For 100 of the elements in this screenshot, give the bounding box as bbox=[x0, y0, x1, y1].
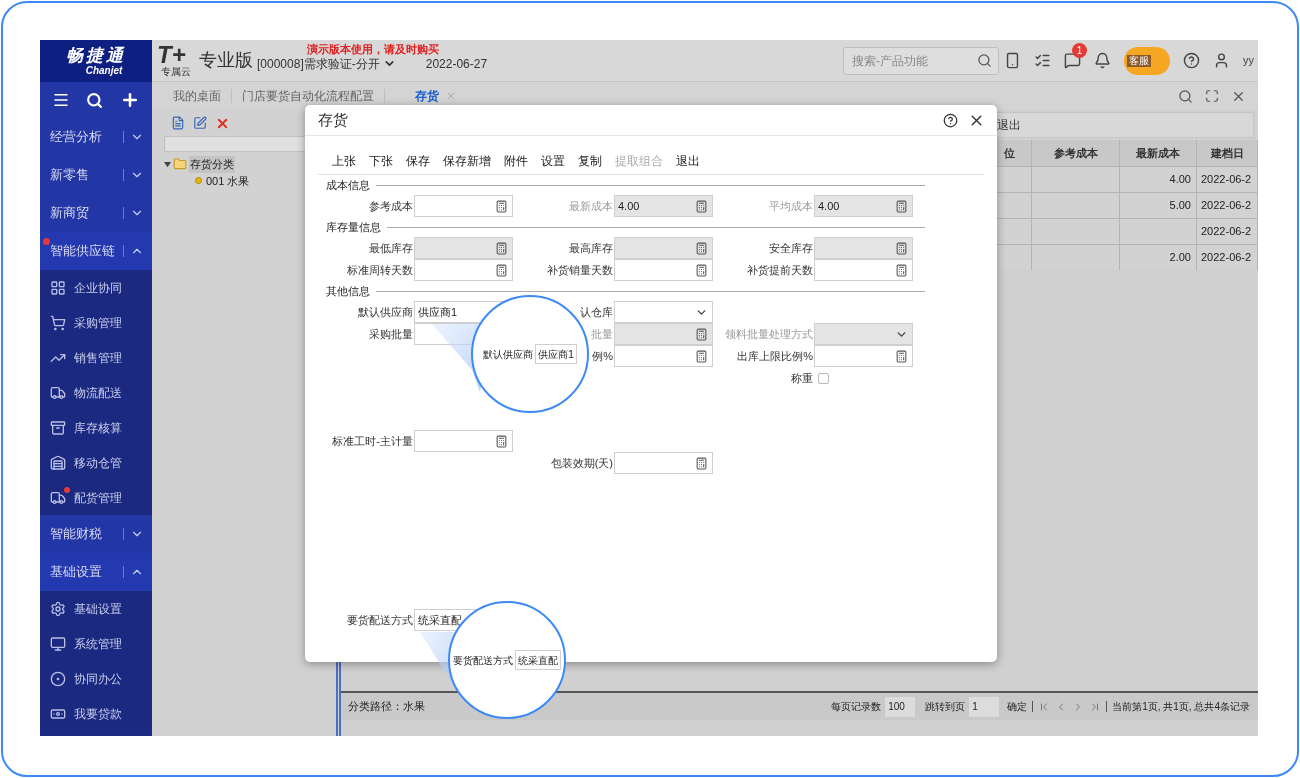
sidebar-group-header[interactable]: 智能财税 bbox=[40, 515, 152, 553]
sidebar-item[interactable]: 企业协同 bbox=[40, 270, 152, 305]
date-text: 2022-06-27 bbox=[425, 55, 488, 73]
tablet-icon[interactable] bbox=[1004, 52, 1021, 69]
magnified-field: 供应商1 bbox=[535, 344, 577, 364]
help-icon[interactable] bbox=[1183, 52, 1200, 69]
calculator-icon[interactable] bbox=[495, 199, 508, 213]
message-icon[interactable] bbox=[1064, 52, 1081, 69]
input-field[interactable] bbox=[614, 452, 713, 474]
field-label: 补货提前天数 bbox=[747, 262, 813, 278]
field-label: 出库上限比例% bbox=[737, 348, 813, 364]
sidebar-group-header[interactable]: 智能供应链 bbox=[40, 232, 152, 270]
table-cell-text: 2022-06-2 bbox=[1201, 250, 1252, 266]
sidebar-group-header[interactable]: 新商贸 bbox=[40, 194, 152, 232]
input-field[interactable] bbox=[614, 345, 713, 367]
search-field[interactable]: 搜索-产品功能 bbox=[843, 46, 999, 75]
section-title: 库存量信息 bbox=[326, 219, 381, 235]
calculator-icon[interactable] bbox=[895, 349, 908, 363]
sidebar-item-label: 采购管理 bbox=[74, 314, 122, 332]
help-icon[interactable] bbox=[943, 112, 958, 128]
field-label: 批量 bbox=[591, 326, 613, 342]
calculator-icon[interactable] bbox=[695, 263, 708, 277]
new-document-icon[interactable] bbox=[171, 116, 185, 130]
expand-triangle-icon[interactable] bbox=[164, 160, 171, 168]
user-name[interactable]: yy bbox=[1243, 52, 1254, 69]
bell-icon[interactable] bbox=[1094, 52, 1111, 69]
calculator-icon[interactable] bbox=[495, 263, 508, 277]
sidebar-group-label: 基础设置 bbox=[50, 563, 103, 582]
tab[interactable]: 我的桌面 bbox=[173, 87, 221, 105]
sidebar-item[interactable]: 配货管理 bbox=[40, 480, 152, 515]
table-cell-text: 2022-06-2 bbox=[1201, 172, 1252, 188]
field-label: 默认供应商 bbox=[358, 304, 413, 320]
field-label: 认仓库 bbox=[580, 304, 613, 320]
page-size-label: 每页记录数 bbox=[831, 700, 882, 714]
confirm-button[interactable]: 确定 bbox=[1007, 699, 1028, 714]
input-field[interactable] bbox=[814, 259, 913, 281]
jump-page-field[interactable]: 1 bbox=[969, 696, 1000, 717]
sidebar-group-header[interactable]: 基础设置 bbox=[40, 553, 152, 591]
section-title: 其他信息 bbox=[326, 283, 370, 299]
input-field[interactable] bbox=[414, 195, 513, 217]
sidebar-item-label: 基础设置 bbox=[74, 600, 122, 618]
mascot-icon[interactable]: 客服 bbox=[1124, 46, 1170, 75]
input-field[interactable] bbox=[814, 345, 913, 367]
sidebar-item[interactable]: 销售管理 bbox=[40, 340, 152, 375]
logo-text: 畅捷通 bbox=[66, 46, 126, 65]
table-cell-text: 5.00 bbox=[1169, 198, 1191, 214]
page-size-field[interactable]: 100 bbox=[885, 696, 916, 717]
jump-page-label: 跳转到页 bbox=[925, 700, 966, 714]
sidebar-item-label: 系统管理 bbox=[74, 635, 122, 653]
monitor-icon bbox=[50, 635, 66, 652]
toolbar-link[interactable]: 退出 bbox=[997, 116, 1021, 134]
calculator-icon[interactable] bbox=[495, 434, 508, 448]
sidebar-group-header[interactable]: 经营分析 bbox=[40, 118, 152, 156]
input-field[interactable] bbox=[614, 259, 713, 281]
stack-icon bbox=[50, 419, 66, 436]
field-label: 要货配送方式 bbox=[347, 612, 413, 628]
dialog-title: 存货 bbox=[318, 109, 349, 130]
magnified-label: 默认供应商 bbox=[483, 347, 534, 362]
calculator-icon[interactable] bbox=[695, 456, 708, 470]
truck-icon bbox=[50, 384, 66, 401]
fullscreen-icon[interactable] bbox=[1205, 89, 1219, 103]
input-field[interactable] bbox=[414, 259, 513, 281]
sidebar-item[interactable]: 物流配送 bbox=[40, 375, 152, 410]
sidebar-group-header[interactable]: 新零售 bbox=[40, 156, 152, 194]
sidebar-item-label: 物流配送 bbox=[74, 384, 122, 402]
input-field[interactable] bbox=[414, 430, 513, 452]
sidebar-item[interactable]: 我要贷款 bbox=[40, 696, 152, 731]
dropdown-field[interactable] bbox=[614, 301, 713, 323]
gear-icon bbox=[50, 600, 66, 617]
table-cell-text: 4.00 bbox=[1169, 172, 1191, 188]
field-label: 安全库存 bbox=[769, 240, 813, 256]
sidebar-item[interactable]: 移动仓管 bbox=[40, 445, 152, 480]
sidebar-item[interactable]: 系统管理 bbox=[40, 626, 152, 661]
tab[interactable]: 门店要货自动化流程配置 bbox=[242, 87, 374, 105]
sidebar-item-label: 移动仓管 bbox=[74, 454, 122, 472]
search-icon[interactable] bbox=[1178, 88, 1193, 104]
sidebar-item-label: 销售管理 bbox=[74, 349, 122, 367]
tree-item[interactable]: 001 水果 bbox=[206, 172, 250, 189]
checkbox[interactable] bbox=[818, 372, 829, 384]
sidebar-item[interactable]: 协同办公 bbox=[40, 661, 152, 696]
sidebar-item[interactable]: 采购管理 bbox=[40, 305, 152, 340]
field-label: 补货销量天数 bbox=[547, 262, 613, 278]
field-label: 参考成本 bbox=[369, 198, 413, 214]
checklist-icon[interactable] bbox=[1034, 52, 1051, 69]
sidebar-item-label: 协同办公 bbox=[74, 670, 122, 688]
tree-item[interactable]: 存货分类 bbox=[189, 156, 235, 173]
calculator-icon[interactable] bbox=[895, 263, 908, 277]
sidebar-item[interactable]: 基础设置 bbox=[40, 591, 152, 626]
product-logo-subtext: 专属云 bbox=[161, 65, 191, 77]
user-icon[interactable] bbox=[1213, 52, 1230, 69]
sidebar-item[interactable]: 库存核算 bbox=[40, 410, 152, 445]
account-selector[interactable]: [000008]需求验证-分开 bbox=[257, 54, 396, 73]
field-label: 平均成本 bbox=[769, 198, 813, 214]
menu-icon[interactable] bbox=[52, 91, 71, 109]
truck-icon bbox=[50, 489, 66, 506]
edit-icon[interactable] bbox=[193, 116, 207, 130]
tab[interactable]: 存货 bbox=[415, 87, 457, 105]
search-icon[interactable] bbox=[86, 91, 104, 109]
logo-subtext: Chanjet bbox=[84, 64, 123, 76]
calculator-icon[interactable] bbox=[695, 349, 708, 363]
